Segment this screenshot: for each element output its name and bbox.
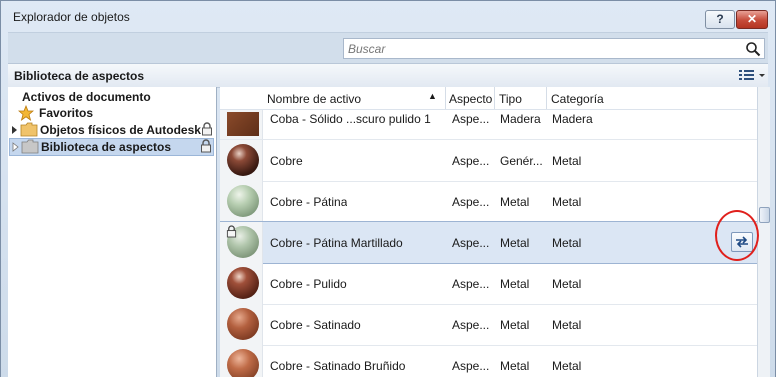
column-header-name[interactable]: Nombre de activo [267, 92, 361, 106]
wood-swatch [227, 112, 259, 136]
sort-ascending-icon: ▲ [428, 91, 437, 101]
asset-category: Metal [552, 359, 582, 373]
asset-aspect: Aspe... [452, 112, 490, 126]
asset-type: Genér... [500, 154, 543, 168]
table-row[interactable]: Cobre - Pulido Aspe... Metal Metal [220, 263, 757, 305]
asset-category: Madera [552, 112, 593, 126]
vertical-scrollbar[interactable] [757, 87, 770, 377]
asset-type: Metal [500, 277, 530, 291]
thumbnail-cell [220, 181, 263, 222]
help-button[interactable]: ? [705, 10, 735, 29]
lock-icon [226, 225, 237, 238]
table-row[interactable]: Cobre Aspe... Genér... Metal [220, 140, 757, 182]
material-swatch [227, 144, 259, 176]
table-row[interactable]: Cobre - Satinado Bruñido Aspe... Metal M… [220, 345, 757, 377]
asset-type: Metal [500, 195, 530, 209]
lock-icon [202, 122, 212, 136]
asset-name: Cobre - Pulido [270, 277, 347, 291]
asset-name: Cobre - Pátina Martillado [270, 236, 403, 250]
table-row[interactable]: Cobre - Pátina Aspe... Metal Metal [220, 181, 757, 223]
asset-name: Coba - Sólido ...scuro pulido 1 [270, 112, 431, 126]
tree-root[interactable]: Activos de documento [22, 89, 202, 105]
annotation-circle [715, 210, 759, 261]
folder-icon [20, 122, 38, 137]
asset-category: Metal [552, 277, 582, 291]
asset-name: Cobre - Satinado Bruñido [270, 359, 406, 373]
column-header-aspect[interactable]: Aspecto [449, 92, 493, 106]
tree-item-label: Biblioteca de aspectos [41, 140, 172, 154]
asset-grid: Nombre de activo ▲ Aspecto Tipo Categorí… [220, 87, 757, 377]
tree-item-favoritos[interactable]: Favoritos [18, 105, 208, 121]
table-row-selected[interactable]: Cobre - Pátina Martillado Aspe... Metal … [220, 221, 757, 264]
asset-name: Cobre - Satinado [270, 318, 361, 332]
search-icon[interactable] [745, 41, 761, 57]
asset-category: Metal [552, 195, 582, 209]
tree-root-label: Activos de documento [22, 90, 151, 104]
thumbnail-cell [220, 345, 263, 377]
scrollbar-thumb[interactable] [759, 207, 770, 223]
material-swatch [227, 308, 259, 340]
asset-type: Metal [500, 236, 530, 250]
title-bar[interactable]: Explorador de objetos ? ✕ [1, 1, 775, 31]
asset-aspect: Aspe... [452, 359, 490, 373]
asset-name: Cobre - Pátina [270, 195, 348, 209]
search-bar [8, 32, 768, 64]
asset-category: Metal [552, 318, 582, 332]
material-swatch [227, 349, 259, 377]
table-row[interactable]: Coba - Sólido ...scuro pulido 1 Aspe... … [220, 110, 757, 140]
search-input[interactable] [348, 41, 728, 56]
material-swatch [227, 267, 259, 299]
list-view-icon[interactable] [737, 67, 767, 83]
window-title: Explorador de objetos [13, 10, 130, 24]
table-row[interactable]: Cobre - Satinado Aspe... Metal Metal [220, 304, 757, 346]
tree-item-label: Objetos físicos de Autodesk [40, 123, 201, 137]
close-button[interactable]: ✕ [736, 10, 768, 29]
thumbnail-cell [220, 222, 263, 263]
column-header-category[interactable]: Categoría [551, 92, 604, 106]
asset-name: Cobre [270, 154, 303, 168]
asset-aspect: Aspe... [452, 236, 490, 250]
library-header: Biblioteca de aspectos [8, 63, 768, 88]
object-browser-window: Explorador de objetos ? ✕ Biblioteca de … [0, 0, 776, 377]
material-swatch [227, 185, 259, 217]
asset-aspect: Aspe... [452, 318, 490, 332]
grid-header: Nombre de activo ▲ Aspecto Tipo Categorí… [220, 87, 757, 110]
expand-arrow-icon[interactable] [11, 125, 18, 135]
library-title: Biblioteca de aspectos [14, 69, 145, 83]
tree-item-objetos-fisicos[interactable]: Objetos físicos de Autodesk [11, 122, 212, 138]
column-header-type[interactable]: Tipo [499, 92, 522, 106]
asset-aspect: Aspe... [452, 277, 490, 291]
asset-type: Metal [500, 359, 530, 373]
tree-item-label: Favoritos [39, 106, 94, 120]
expand-arrow-icon[interactable] [12, 142, 19, 152]
thumbnail-cell [220, 110, 263, 139]
asset-type: Metal [500, 318, 530, 332]
tree-item-biblioteca-aspectos[interactable]: Biblioteca de aspectos [9, 138, 214, 156]
asset-type: Madera [500, 112, 541, 126]
thumbnail-cell [220, 304, 263, 345]
thumbnail-cell [220, 263, 263, 304]
asset-aspect: Aspe... [452, 154, 490, 168]
thumbnail-cell [220, 140, 263, 181]
star-icon [18, 105, 34, 121]
lock-icon [201, 139, 211, 153]
asset-category: Metal [552, 154, 582, 168]
asset-aspect: Aspe... [452, 195, 490, 209]
search-box[interactable] [343, 38, 765, 59]
folder-icon [21, 139, 39, 154]
asset-category: Metal [552, 236, 582, 250]
library-tree: Activos de documento Favoritos Objetos f… [8, 87, 217, 377]
